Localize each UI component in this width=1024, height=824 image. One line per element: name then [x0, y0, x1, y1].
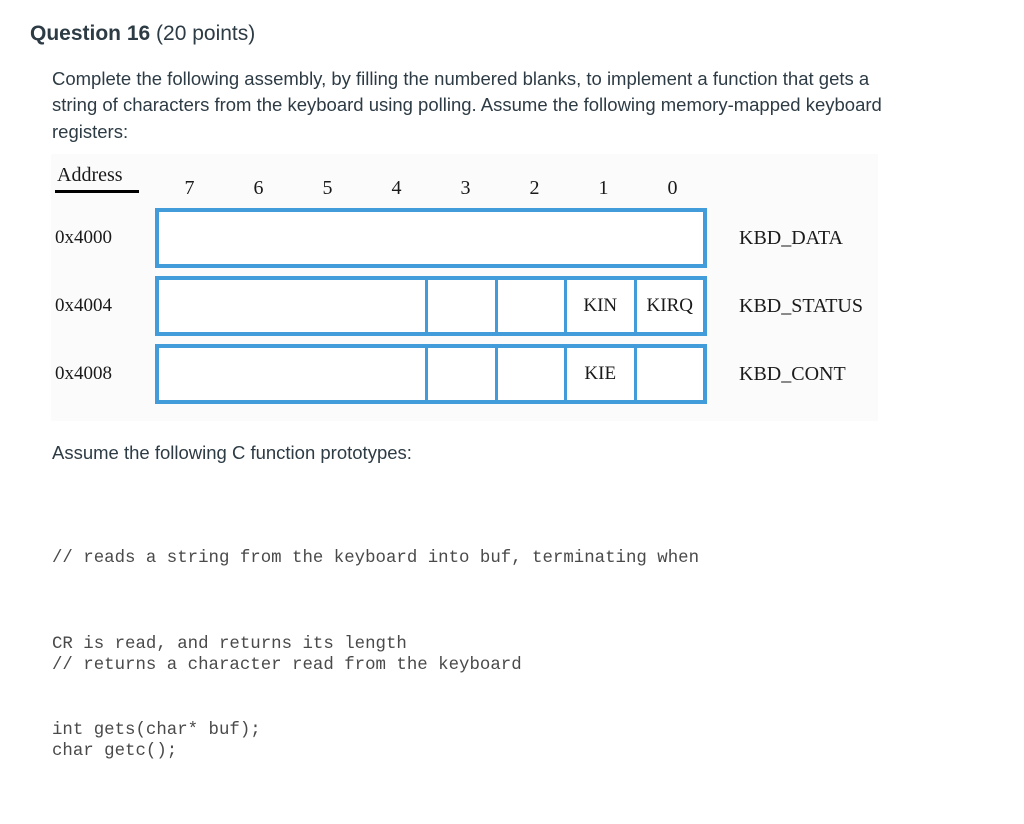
question-points: (20 points) [156, 22, 256, 45]
bit-label-7: 7 [184, 177, 195, 199]
bit-label-4: 4 [391, 177, 402, 199]
register-cell [159, 280, 428, 332]
address-header-underline [55, 190, 139, 193]
question-page: Question 16 (20 points) Complete the fol… [0, 0, 1024, 761]
register-cell [428, 348, 498, 400]
register-address: 0x4008 [55, 363, 112, 384]
register-cell [428, 280, 498, 332]
register-bitfield-box: KIN KIRQ [155, 276, 707, 336]
bit-label-0: 0 [667, 177, 678, 199]
register-cell [497, 348, 567, 400]
bit-label-6: 6 [253, 177, 264, 199]
bit-index-header: 7 6 5 4 3 2 1 0 [155, 174, 707, 202]
register-name: KBD_STATUS [739, 295, 863, 317]
page-title: Question 16 (20 points) [30, 21, 255, 47]
register-cell [159, 348, 428, 400]
bit-label-5: 5 [322, 177, 333, 199]
register-cell-kin: KIN [567, 280, 637, 332]
bit-label-2: 2 [529, 177, 540, 199]
register-cell [636, 348, 703, 400]
prototypes-lead-in: Assume the following C function prototyp… [52, 442, 412, 463]
register-cell [497, 280, 567, 332]
code-line: // reads a string from the keyboard into… [52, 549, 700, 569]
register-cell-kie: KIE [567, 348, 637, 400]
register-cell [159, 212, 703, 264]
question-prompt: Complete the following assembly, by fill… [52, 68, 882, 142]
register-row: 0x4000 KBD_DATA [51, 208, 878, 268]
keyboard-register-figure: Address 7 6 5 4 3 2 1 0 0x4000 KBD_DATA … [51, 154, 878, 421]
bit-label-3: 3 [460, 177, 471, 199]
question-title: Question 16 [30, 22, 151, 45]
register-address: 0x4004 [55, 295, 112, 316]
address-column-header: Address [57, 164, 123, 186]
register-bitfield-box: KIE [155, 344, 707, 404]
register-row: 0x4008 KIE KBD_CONT [51, 344, 878, 404]
register-name: KBD_CONT [739, 363, 846, 385]
register-address: 0x4000 [55, 227, 112, 248]
register-cell-kirq: KIRQ [636, 280, 703, 332]
code-line: char getc(); [52, 741, 178, 761]
code-line: // returns a character read from the key… [52, 656, 522, 676]
register-name: KBD_DATA [739, 227, 843, 249]
bit-label-1: 1 [598, 177, 609, 199]
code-block-getc: // returns a character read from the key… [52, 595, 522, 824]
register-row: 0x4004 KIN KIRQ KBD_STATUS [51, 276, 878, 336]
register-bitfield-box [155, 208, 707, 268]
